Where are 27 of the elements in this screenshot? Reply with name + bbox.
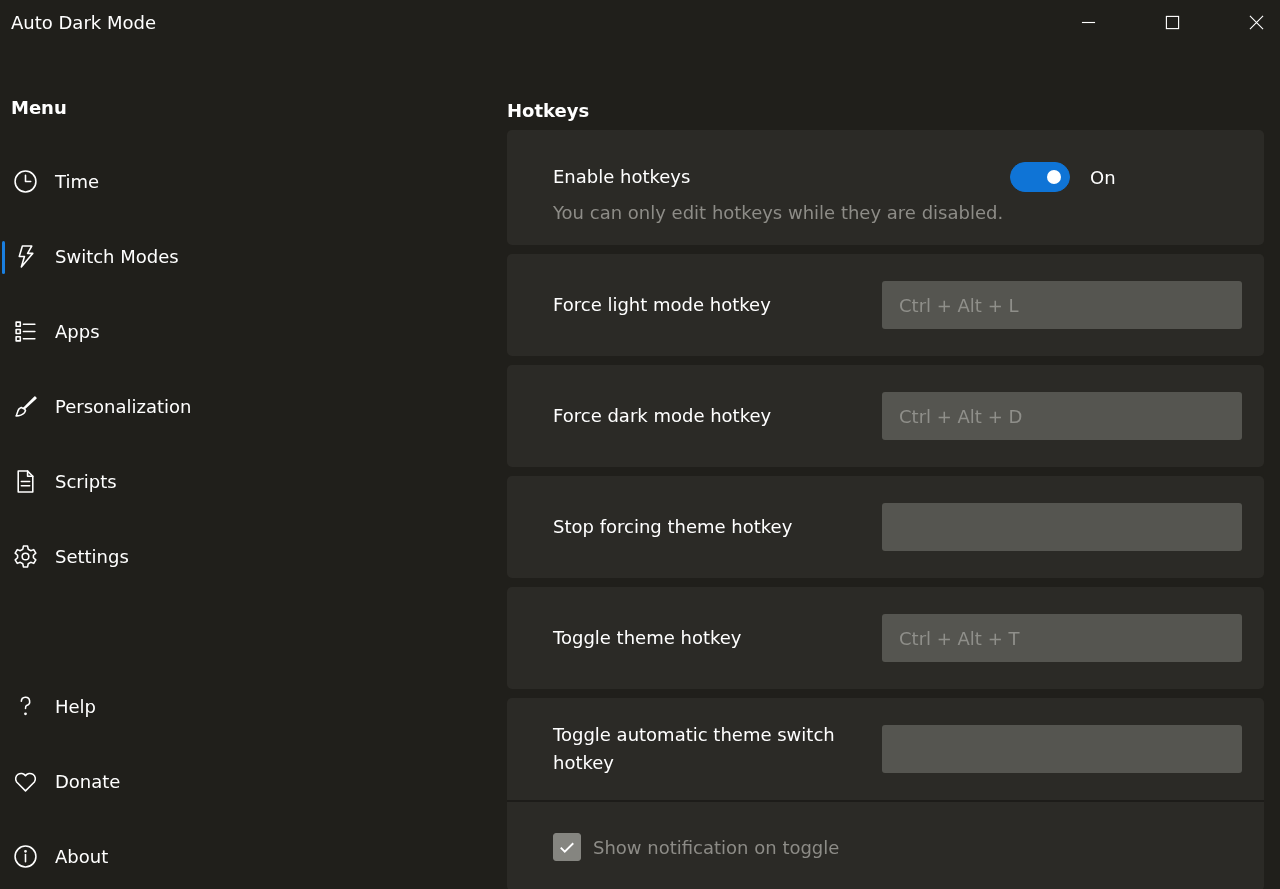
nav-item[interactable]: Apps xyxy=(0,294,100,369)
nav-item[interactable]: Donate xyxy=(0,744,121,819)
nav-item[interactable]: Scripts xyxy=(0,444,117,519)
nav-item[interactable]: Time xyxy=(0,144,100,219)
menu-heading: Menu xyxy=(10,96,68,118)
checkbox-label: Show notification on toggle xyxy=(593,836,840,858)
setting-label: Toggle automatic theme switch hotkey xyxy=(553,723,836,775)
settings-icon xyxy=(13,544,38,569)
info-icon xyxy=(13,844,38,869)
toggle-switch[interactable] xyxy=(1010,162,1070,192)
clock-icon xyxy=(13,169,38,194)
paintbrush-icon xyxy=(13,394,38,419)
toggle-state-label: On xyxy=(1090,166,1116,188)
setting-label: Force dark mode hotkey xyxy=(553,404,773,428)
setting-label: Toggle theme hotkey xyxy=(553,626,743,650)
setting-label: Force light mode hotkey xyxy=(553,293,772,317)
list-icon xyxy=(13,319,38,344)
setting-label: Stop forcing theme hotkey xyxy=(553,515,794,539)
setting-label: Enable hotkeys xyxy=(553,165,692,189)
nav-item[interactable]: Help xyxy=(0,669,97,744)
nav-item[interactable]: Switch Modes xyxy=(0,219,179,294)
section-title: Hotkeys xyxy=(507,99,591,121)
hint-text: You can only edit hotkeys while they are disabled. xyxy=(552,201,1005,225)
window-title: Auto Dark Mode xyxy=(10,12,156,33)
nav-item[interactable]: Personalization xyxy=(0,369,192,444)
nav-item[interactable]: About xyxy=(0,819,109,889)
nav-item[interactable]: Settings xyxy=(0,519,129,594)
